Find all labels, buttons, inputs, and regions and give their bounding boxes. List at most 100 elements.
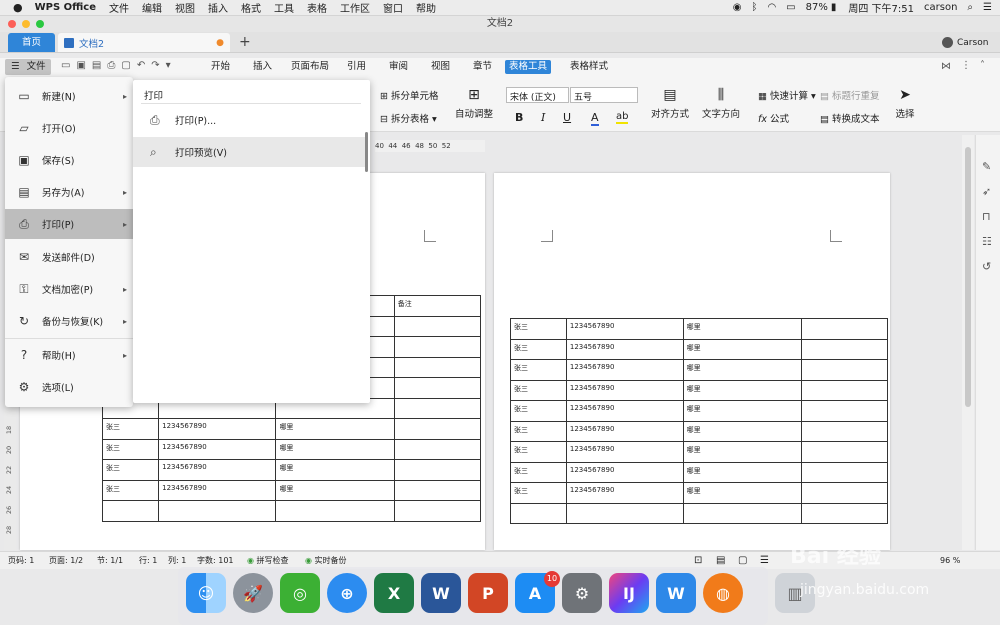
tab-view[interactable]: 视图 xyxy=(427,60,454,74)
table-cell[interactable] xyxy=(801,338,888,360)
table-cell[interactable]: 1234567890 xyxy=(565,441,684,463)
clock[interactable]: 周四 下午7:51 xyxy=(848,0,914,15)
file-menu-encrypt[interactable]: ⚿ 文档加密(P) ▸ xyxy=(5,275,133,303)
spotlight-icon[interactable]: ⌕ xyxy=(967,2,973,13)
file-menu-new[interactable]: ▭ 新建(N) ▸ xyxy=(5,82,133,110)
print-submenu-preview[interactable]: ⌕ 打印预览(V) xyxy=(133,137,365,167)
table-cell[interactable] xyxy=(801,482,888,504)
autofit-button[interactable]: ⊞ 自动调整 xyxy=(452,87,496,120)
formula-button[interactable]: fx 公式 xyxy=(758,111,789,125)
table-cell[interactable]: 张三 xyxy=(510,461,567,483)
table-cell[interactable] xyxy=(393,438,482,460)
submenu-scrollbar[interactable] xyxy=(365,132,368,172)
table-cell[interactable] xyxy=(565,502,684,524)
scrollbar-thumb[interactable] xyxy=(965,147,971,407)
table-cell[interactable]: 1234567890 xyxy=(565,318,684,340)
pen-icon[interactable]: ✎ xyxy=(982,160,991,173)
lock-icon[interactable]: ⊓ xyxy=(982,210,991,223)
table-cell[interactable]: 张三 xyxy=(101,459,160,481)
font-size-select[interactable]: 五号 xyxy=(570,87,638,103)
share-icon[interactable]: ⋈ xyxy=(941,61,951,72)
safari-icon[interactable]: ⊕ xyxy=(327,573,367,613)
excel-icon[interactable]: X xyxy=(374,573,414,613)
powerpoint-icon[interactable]: P xyxy=(468,573,508,613)
menu-file[interactable]: 文件 xyxy=(109,0,129,15)
file-menu-save[interactable]: ▣ 保存(S) xyxy=(5,146,133,174)
table-cell[interactable]: 哪里 xyxy=(682,400,803,422)
table-cell[interactable] xyxy=(801,359,888,381)
table-cell[interactable]: 哪里 xyxy=(682,359,803,381)
file-menu-button[interactable]: ☰ 文件 xyxy=(5,59,51,75)
table-cell[interactable]: 哪里 xyxy=(682,441,803,463)
status-pages[interactable]: 页面: 1/2 xyxy=(49,552,83,570)
print-icon[interactable]: ⎙ xyxy=(107,60,121,71)
notification-icon[interactable]: ☰ xyxy=(983,2,992,13)
airplay-icon[interactable]: ▭ xyxy=(786,2,795,13)
table-cell[interactable]: 备注 xyxy=(393,295,482,317)
table-cell[interactable]: 张三 xyxy=(101,479,160,501)
italic-button[interactable]: I xyxy=(541,111,545,124)
table-cell[interactable] xyxy=(801,379,888,401)
bluetooth-icon[interactable]: ᛒ xyxy=(751,2,757,13)
menu-workspace[interactable]: 工作区 xyxy=(340,0,370,15)
zoom-window-button[interactable] xyxy=(36,20,44,28)
font-name-select[interactable]: 宋体 (正文) xyxy=(506,87,569,103)
tab-table-style[interactable]: 表格样式 xyxy=(566,60,612,74)
table-cell[interactable]: 张三 xyxy=(510,338,567,360)
close-window-button[interactable] xyxy=(8,20,16,28)
file-menu-send-mail[interactable]: ✉ 发送邮件(D) xyxy=(5,243,133,271)
table-cell[interactable]: 1234567890 xyxy=(158,459,277,481)
tab-document[interactable]: 文档2 ● xyxy=(58,33,230,52)
horizontal-ruler[interactable]: 40 44 46 48 50 52 xyxy=(375,140,485,152)
menu-view[interactable]: 视图 xyxy=(175,0,195,15)
wechat-status-icon[interactable]: ◉ xyxy=(733,2,742,13)
save-icon[interactable]: ▣ xyxy=(76,60,91,71)
file-menu-open[interactable]: ▱ 打开(O) xyxy=(5,114,133,142)
menu-tools[interactable]: 工具 xyxy=(274,0,294,15)
open-icon[interactable]: ▭ xyxy=(61,60,76,71)
table-cell[interactable]: 张三 xyxy=(510,359,567,381)
table-cell[interactable] xyxy=(393,479,482,501)
wechat-icon[interactable]: ◎ xyxy=(280,573,320,613)
table-cell[interactable]: 哪里 xyxy=(682,338,803,360)
table-cell[interactable]: 1234567890 xyxy=(565,359,684,381)
table-cell[interactable] xyxy=(801,502,888,524)
table-cell[interactable] xyxy=(393,459,482,481)
select-button[interactable]: ➤ 选择 xyxy=(890,87,920,120)
firefox-icon[interactable]: ◍ xyxy=(703,573,743,613)
table-cell[interactable]: 张三 xyxy=(510,482,567,504)
table-cell[interactable]: 1234567890 xyxy=(158,438,277,460)
preview-icon[interactable]: ▢ xyxy=(121,60,136,71)
file-menu-help[interactable]: ? 帮助(H) ▸ xyxy=(5,341,133,369)
tab-page-layout[interactable]: 页面布局 xyxy=(287,60,333,74)
status-section[interactable]: 节: 1/1 xyxy=(97,552,123,570)
menu-table[interactable]: 表格 xyxy=(307,0,327,15)
tab-home[interactable]: 首页 xyxy=(8,33,55,52)
convert-to-text-button[interactable]: ▤ 转换成文本 xyxy=(820,111,880,125)
table-cell[interactable]: 1234567890 xyxy=(565,379,684,401)
vertical-scrollbar[interactable] xyxy=(962,135,974,550)
table-cell[interactable] xyxy=(801,461,888,483)
table-cell[interactable]: 哪里 xyxy=(275,459,395,481)
highlight-button[interactable]: ab xyxy=(616,111,629,124)
zoom-level[interactable]: 96 % xyxy=(940,552,960,570)
split-table-button[interactable]: ⊟ 拆分表格 ▾ xyxy=(380,111,437,125)
menu-help[interactable]: 帮助 xyxy=(416,0,436,15)
add-tab-button[interactable]: + xyxy=(239,34,251,50)
table-cell[interactable] xyxy=(801,441,888,463)
table-cell[interactable]: 张三 xyxy=(510,420,567,442)
battery-icon[interactable]: ▮ xyxy=(831,2,837,13)
table-cell[interactable]: 1234567890 xyxy=(565,400,684,422)
table-cell[interactable]: 张三 xyxy=(101,438,160,460)
table-cell[interactable]: 1234567890 xyxy=(565,338,684,360)
repeat-header-button[interactable]: ▤ 标题行重复 xyxy=(820,88,880,102)
launchpad-icon[interactable]: 🚀 xyxy=(233,573,273,613)
file-menu-options[interactable]: ⚙ 选项(L) xyxy=(5,373,133,401)
tab-insert[interactable]: 插入 xyxy=(249,60,276,74)
file-menu-backup[interactable]: ↻ 备份与恢复(K) ▸ xyxy=(5,307,133,335)
align-button[interactable]: ▤ 对齐方式 xyxy=(648,87,692,120)
table-cell[interactable]: 张三 xyxy=(101,418,160,440)
menu-edit[interactable]: 编辑 xyxy=(142,0,162,15)
collapse-ribbon-icon[interactable]: ˄ xyxy=(980,60,985,71)
menu-window[interactable]: 窗口 xyxy=(383,0,403,15)
